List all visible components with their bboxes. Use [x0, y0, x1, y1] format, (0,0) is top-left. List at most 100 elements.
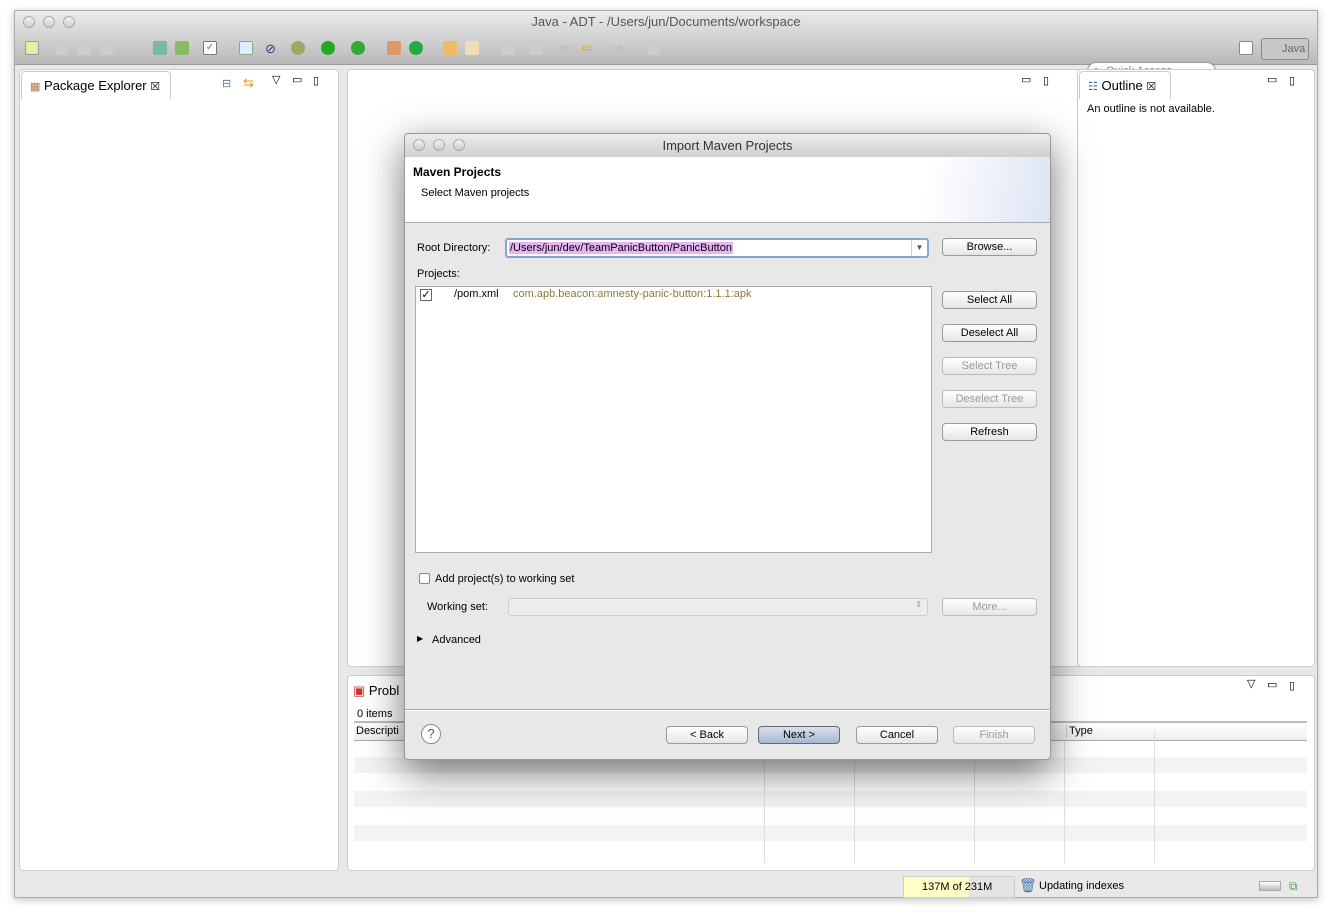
expand-triangle-icon[interactable]: ▶ [417, 634, 423, 643]
open-type-icon[interactable] [443, 41, 457, 55]
tab-problems[interactable]: ▣ Probl [353, 683, 399, 699]
problems-icon: ▣ [353, 683, 366, 698]
progress-view-icon[interactable]: ⧉ [1289, 879, 1298, 894]
minimize-window-button[interactable] [43, 16, 55, 28]
next-annotation-icon[interactable] [501, 41, 515, 55]
root-directory-combo[interactable]: /Users/jun/dev/TeamPanicButton/PanicButt… [505, 238, 929, 258]
problems-maximize-icon[interactable]: ▯ [1289, 679, 1295, 692]
project-path: /pom.xml [454, 288, 499, 300]
new-android-project-icon[interactable] [239, 41, 253, 55]
editor-minimize-icon[interactable]: ▭ [1021, 73, 1031, 86]
help-icon[interactable]: ? [421, 724, 441, 744]
column-divider [1064, 741, 1065, 863]
skip-breakpoints-icon[interactable]: ⊘ [265, 41, 279, 56]
new-java-class-icon[interactable] [409, 41, 423, 55]
dropdown-arrow-icon[interactable]: ▼ [911, 240, 927, 256]
forward-arrow-icon[interactable]: ⇒ [611, 39, 624, 57]
link-with-editor-icon[interactable]: ⇆ [243, 75, 254, 91]
problems-minimize-icon[interactable]: ▭ [1267, 678, 1277, 691]
tab-label: Probl [368, 683, 400, 698]
select-all-button[interactable]: Select All [942, 291, 1037, 309]
android-sdk-manager-icon[interactable] [153, 41, 167, 55]
dialog-zoom-button[interactable] [453, 139, 465, 151]
close-tab-icon[interactable]: ☒ [150, 81, 160, 93]
package-icon: ▦ [30, 81, 41, 93]
outline-panel [1077, 69, 1315, 667]
dialog-title-bar: Import Maven Projects [405, 134, 1050, 157]
title-bar: Java - ADT - /Users/jun/Documents/worksp… [15, 11, 1317, 33]
add-working-set-label: Add project(s) to working set [435, 573, 575, 585]
print-icon[interactable] [99, 41, 113, 55]
tab-outline[interactable]: ☷ Outline ☒ [1079, 71, 1171, 99]
main-toolbar: ✓ ⊘ ⇐ ⇐ ⇒ Quick Access ⌕ Java [15, 33, 1317, 80]
select-tree-button[interactable]: Select Tree [942, 357, 1037, 375]
back-button[interactable]: < Back [666, 726, 748, 744]
header-subtitle: Select Maven projects [421, 187, 530, 199]
close-window-button[interactable] [23, 16, 35, 28]
problems-view-menu-icon[interactable]: ▽ [1247, 677, 1255, 690]
dialog-close-button[interactable] [413, 139, 425, 151]
dialog-minimize-button[interactable] [433, 139, 445, 151]
search-brush-icon[interactable] [465, 41, 479, 55]
maximize-icon[interactable]: ▯ [313, 74, 319, 87]
minimize-icon[interactable]: ▭ [292, 73, 302, 86]
deselect-all-button[interactable]: Deselect All [942, 324, 1037, 342]
garbage-collect-icon[interactable]: 🗑 [1019, 877, 1037, 894]
package-explorer-panel [19, 69, 339, 871]
advanced-section[interactable]: Advanced [432, 634, 481, 646]
pin-editor-icon[interactable] [647, 41, 661, 55]
collapse-all-icon[interactable]: ⊟ [222, 77, 231, 90]
browse-button[interactable]: Browse... [942, 238, 1037, 256]
tab-label: Outline [1101, 78, 1143, 93]
project-artifact: com.apb.beacon:amnesty-panic-button:1.1.… [513, 288, 752, 300]
outline-maximize-icon[interactable]: ▯ [1289, 74, 1295, 87]
open-perspective-icon[interactable] [1239, 41, 1253, 55]
run-external-tools-icon[interactable] [351, 41, 365, 55]
window-title: Java - ADT - /Users/jun/Documents/worksp… [531, 14, 801, 29]
table-row-stripe [354, 825, 1307, 841]
column-description[interactable]: Descripti [356, 725, 399, 737]
more-button[interactable]: More... [942, 598, 1037, 616]
finish-button[interactable]: Finish [953, 726, 1035, 744]
new-java-package-icon[interactable] [387, 41, 401, 55]
problems-count: 0 items [357, 708, 393, 720]
outline-icon: ☷ [1088, 81, 1098, 93]
run-icon[interactable] [321, 41, 335, 55]
header-title: Maven Projects [413, 165, 502, 179]
zoom-window-button[interactable] [63, 16, 75, 28]
new-icon[interactable] [25, 41, 39, 55]
import-maven-projects-dialog: Import Maven Projects Maven Projects Sel… [404, 133, 1051, 760]
root-directory-value: /Users/jun/dev/TeamPanicButton/PanicButt… [509, 242, 733, 254]
heap-text: 137M of 231M [922, 881, 993, 893]
working-set-label: Working set: [427, 601, 488, 613]
working-set-select[interactable]: ⇕ [508, 598, 928, 616]
root-directory-label: Root Directory: [417, 242, 491, 254]
save-icon[interactable] [55, 41, 69, 55]
lint-check-icon[interactable]: ✓ [203, 41, 217, 55]
project-checkbox[interactable]: ✓ [420, 289, 432, 301]
list-item[interactable]: ✓ /pom.xml com.apb.beacon:amnesty-panic-… [416, 287, 931, 303]
close-tab-icon[interactable]: ☒ [1146, 81, 1156, 93]
deselect-tree-button[interactable]: Deselect Tree [942, 390, 1037, 408]
last-edit-icon[interactable]: ⇐ [559, 39, 572, 57]
column-divider [1154, 731, 1155, 863]
java-perspective-button[interactable]: Java [1261, 38, 1309, 60]
debug-icon[interactable] [291, 41, 305, 55]
outline-minimize-icon[interactable]: ▭ [1267, 73, 1277, 86]
save-all-icon[interactable] [77, 41, 91, 55]
next-button[interactable]: Next > [758, 726, 840, 744]
tab-label: Package Explorer [44, 78, 147, 93]
cancel-button[interactable]: Cancel [856, 726, 938, 744]
progress-icon[interactable] [1259, 881, 1281, 891]
previous-annotation-icon[interactable] [529, 41, 543, 55]
add-working-set-checkbox[interactable] [419, 573, 430, 584]
refresh-button[interactable]: Refresh [942, 423, 1037, 441]
projects-list: ✓ /pom.xml com.apb.beacon:amnesty-panic-… [415, 286, 932, 553]
android-avd-manager-icon[interactable] [175, 41, 189, 55]
column-type[interactable]: Type [1066, 725, 1093, 737]
heap-status[interactable]: 137M of 231M [903, 876, 1015, 898]
view-menu-icon[interactable]: ▽ [272, 73, 280, 86]
editor-maximize-icon[interactable]: ▯ [1043, 74, 1049, 87]
back-arrow-icon[interactable]: ⇐ [581, 39, 594, 57]
tab-package-explorer[interactable]: ▦ Package Explorer ☒ [21, 71, 171, 99]
